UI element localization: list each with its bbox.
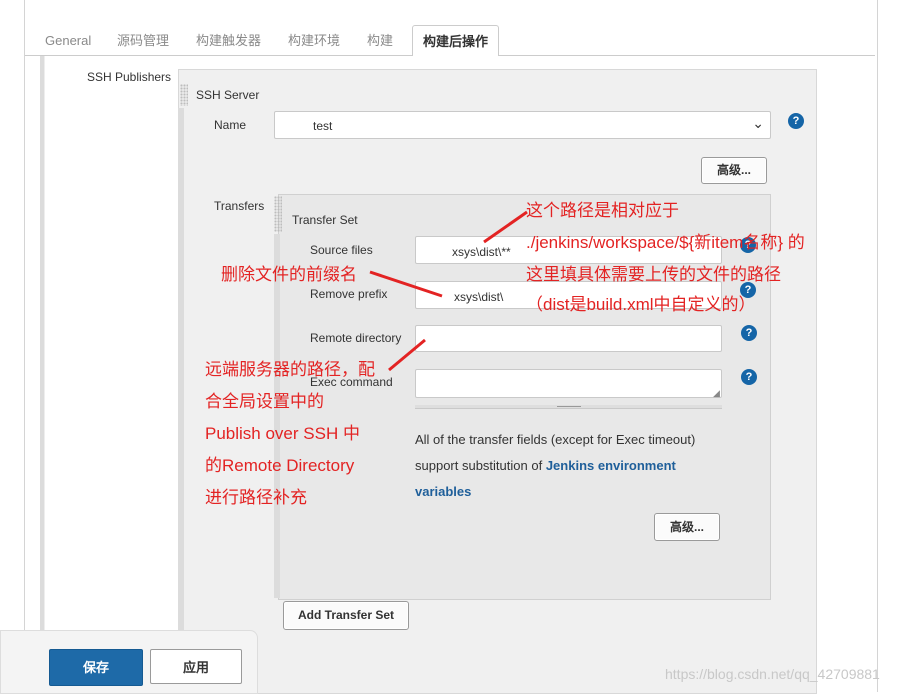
remote-annotation-line3: Publish over SSH 中 <box>205 424 360 443</box>
remote-annotation-arrow <box>388 338 426 372</box>
save-button[interactable]: 保存 <box>49 649 143 686</box>
source-annotation-arrow <box>483 210 528 244</box>
remote-annotation-line5: 进行路径补充 <box>205 488 307 507</box>
source-annotation-line3: 这里填具体需要上传的文件的路径 <box>526 265 781 284</box>
prefix-annotation-arrow <box>369 270 443 298</box>
source-annotation-line4: （dist是build.xml中自定义的） <box>526 295 756 314</box>
remote-annotation-line1: 远端服务器的路径，配 <box>205 360 375 379</box>
source-annotation-line2: ./jenkins/workspace/${新item名称} 的 <box>526 233 805 252</box>
prefix-annotation: 删除文件的前缀名 <box>221 265 357 284</box>
watermark: https://blog.csdn.net/qq_42709881 <box>665 666 880 682</box>
apply-button[interactable]: 应用 <box>150 649 242 684</box>
remote-annotation-line4: 的Remote Directory <box>205 456 355 475</box>
annotation-arrows <box>369 210 528 372</box>
remote-annotation-line2: 合全局设置中的 <box>205 392 324 411</box>
source-annotation-line1: 这个路径是相对应于 <box>526 201 679 220</box>
